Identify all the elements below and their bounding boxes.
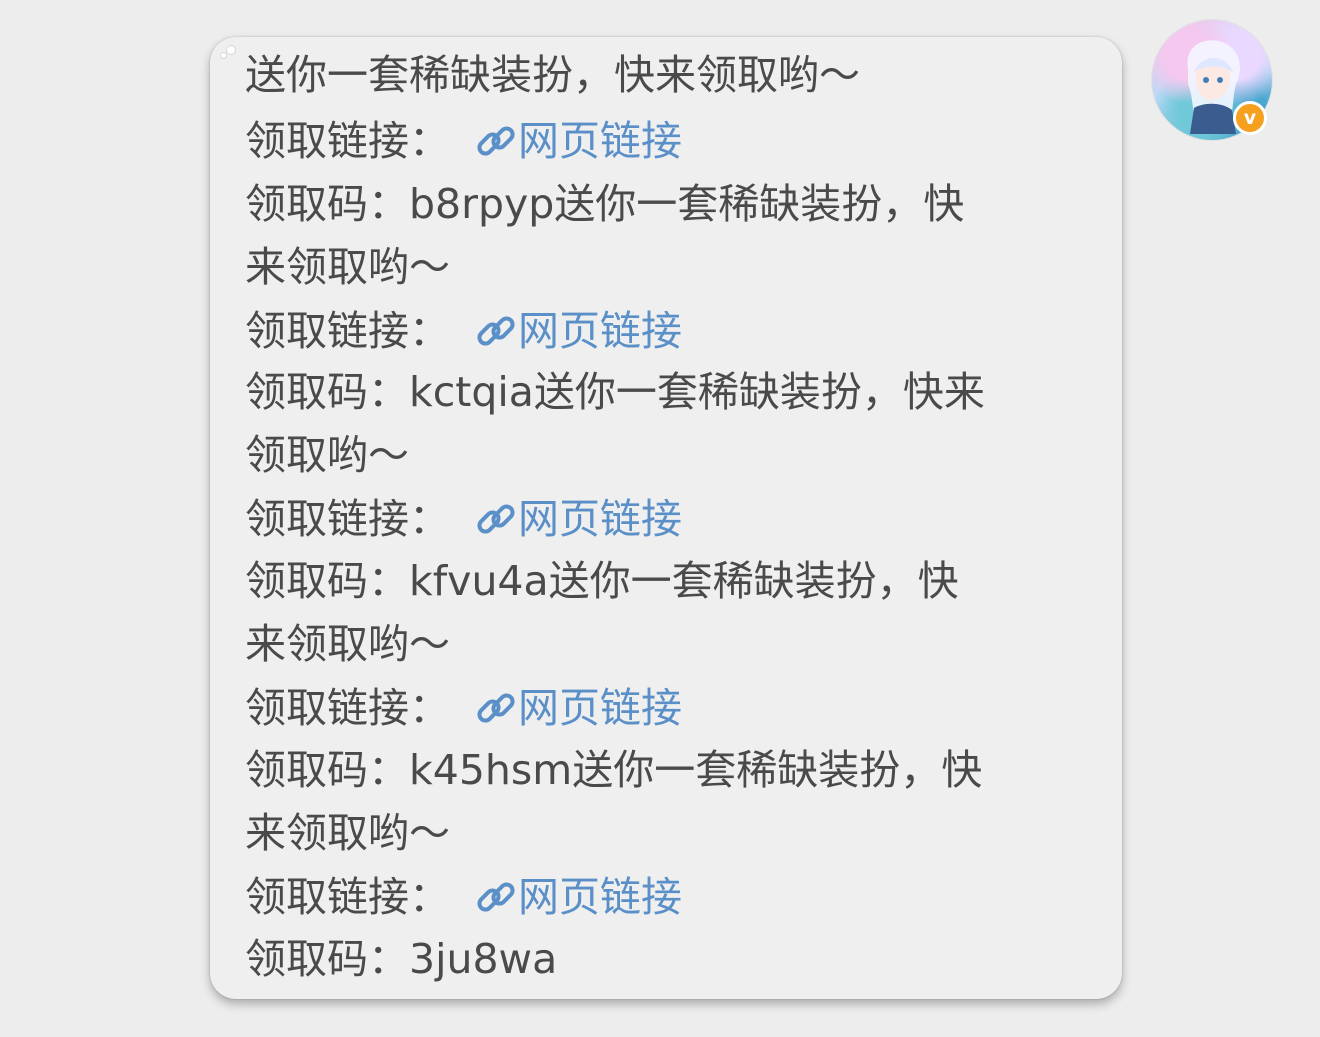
- link-line: 领取链接： 网页链接: [245, 111, 682, 171]
- message-line: 来领取哟～: [245, 809, 450, 857]
- link-line: 领取链接： 网页链接: [245, 301, 682, 361]
- link-icon: [477, 504, 515, 534]
- web-link[interactable]: 网页链接: [518, 307, 682, 355]
- link-icon: [477, 882, 515, 912]
- link-icon: [477, 693, 515, 723]
- message-line: 领取哟～: [245, 431, 409, 479]
- message-line: 领取码：kctqia送你一套稀缺装扮，快来: [245, 368, 985, 416]
- message-line: 领取码：k45hsm送你一套稀缺装扮，快: [245, 746, 983, 794]
- link-icon: [477, 316, 515, 346]
- link-prefix-label: 领取链接：: [245, 117, 450, 165]
- link-prefix-label: 领取链接：: [245, 684, 450, 732]
- web-link[interactable]: 网页链接: [518, 117, 682, 165]
- message-line: 送你一套稀缺装扮，快来领取哟～: [245, 51, 860, 99]
- message-line: 领取码：b8rpyp送你一套稀缺装扮，快: [245, 180, 965, 228]
- link-icon: [477, 126, 515, 156]
- link-line: 领取链接： 网页链接: [245, 489, 682, 549]
- web-link[interactable]: 网页链接: [518, 684, 682, 732]
- web-link[interactable]: 网页链接: [518, 495, 682, 543]
- message-line: 领取码：kfvu4a送你一套稀缺装扮，快: [245, 557, 959, 605]
- message-line: 来领取哟～: [245, 620, 450, 668]
- web-link[interactable]: 网页链接: [518, 873, 682, 921]
- link-prefix-label: 领取链接：: [245, 873, 450, 921]
- link-line: 领取链接： 网页链接: [245, 867, 682, 927]
- link-prefix-label: 领取链接：: [245, 495, 450, 543]
- link-prefix-label: 领取链接：: [245, 307, 450, 355]
- verified-badge-icon: v: [1233, 101, 1267, 135]
- bubble-decoration-icon: [220, 45, 236, 59]
- message-line: 来领取哟～: [245, 243, 450, 291]
- message-line: 领取码：3ju8wa: [245, 935, 558, 983]
- link-line: 领取链接： 网页链接: [245, 678, 682, 738]
- message-bubble[interactable]: 送你一套稀缺装扮，快来领取哟～ 领取链接： 网页链接 领取码：b8rpyp送你一套…: [210, 37, 1122, 999]
